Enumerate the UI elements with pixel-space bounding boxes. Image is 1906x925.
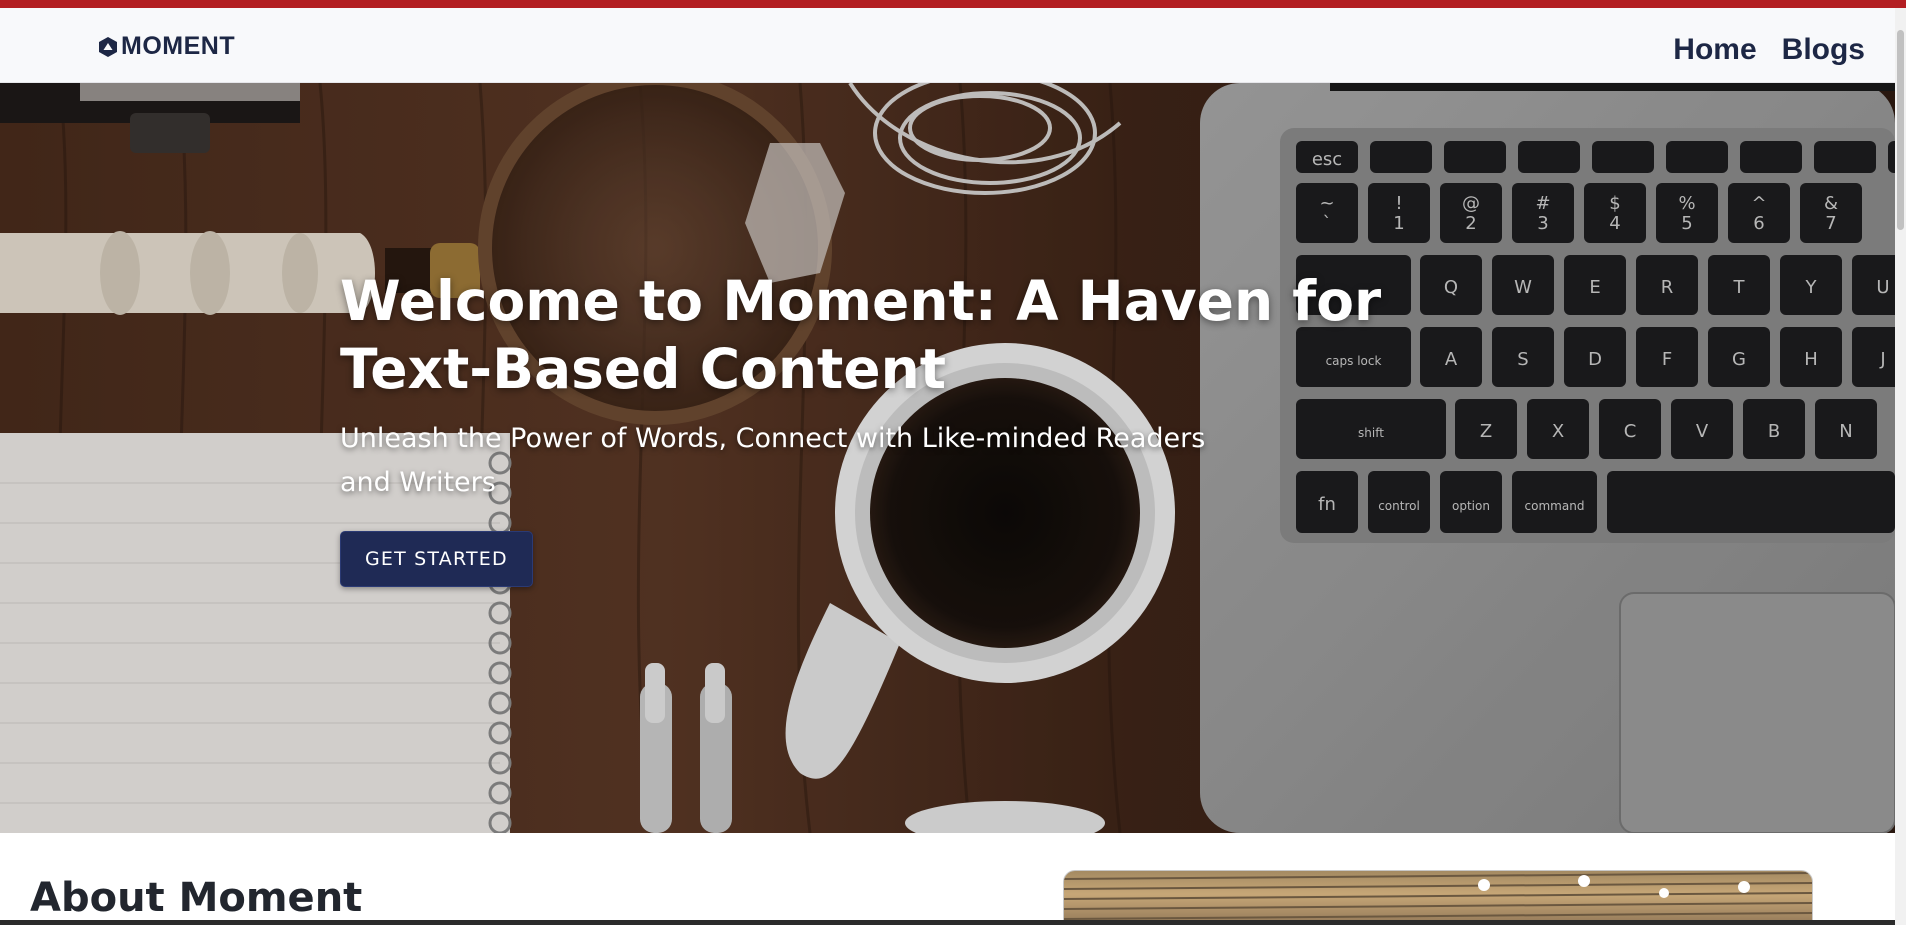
hero-section: esc ~ `! 1 @2 #3 $4% 5 ^ 6 & 7 Q W E R T Y Ucaps lock A S D F G… xyxy=(0,83,1895,833)
main-nav: Home Blogs xyxy=(1673,33,1865,67)
brand-logo[interactable]: MOMENT xyxy=(98,32,235,61)
about-title: About Moment xyxy=(30,875,363,921)
hero-title: Welcome to Moment: A Haven for Text-Base… xyxy=(340,269,1382,401)
top-accent-bar xyxy=(0,0,1906,8)
hero-subtitle: Unleash the Power of Words, Connect with… xyxy=(340,423,1206,498)
nav-home-link[interactable]: Home xyxy=(1673,33,1756,67)
navbar: MOMENT Home Blogs xyxy=(0,8,1895,83)
moment-logo-icon xyxy=(99,36,117,57)
office-interior-image xyxy=(1063,870,1813,925)
scroll-thumb[interactable] xyxy=(1897,30,1904,230)
hero-content: Welcome to Moment: A Haven for Text-Base… xyxy=(340,267,1390,587)
bottom-edge xyxy=(0,920,1895,925)
page-scrollbar[interactable] xyxy=(1895,8,1906,925)
get-started-button[interactable]: GET STARTED xyxy=(340,531,533,587)
nav-blogs-link[interactable]: Blogs xyxy=(1782,33,1865,67)
brand-name: MOMENT xyxy=(121,32,236,60)
about-image-art xyxy=(1064,872,1812,920)
